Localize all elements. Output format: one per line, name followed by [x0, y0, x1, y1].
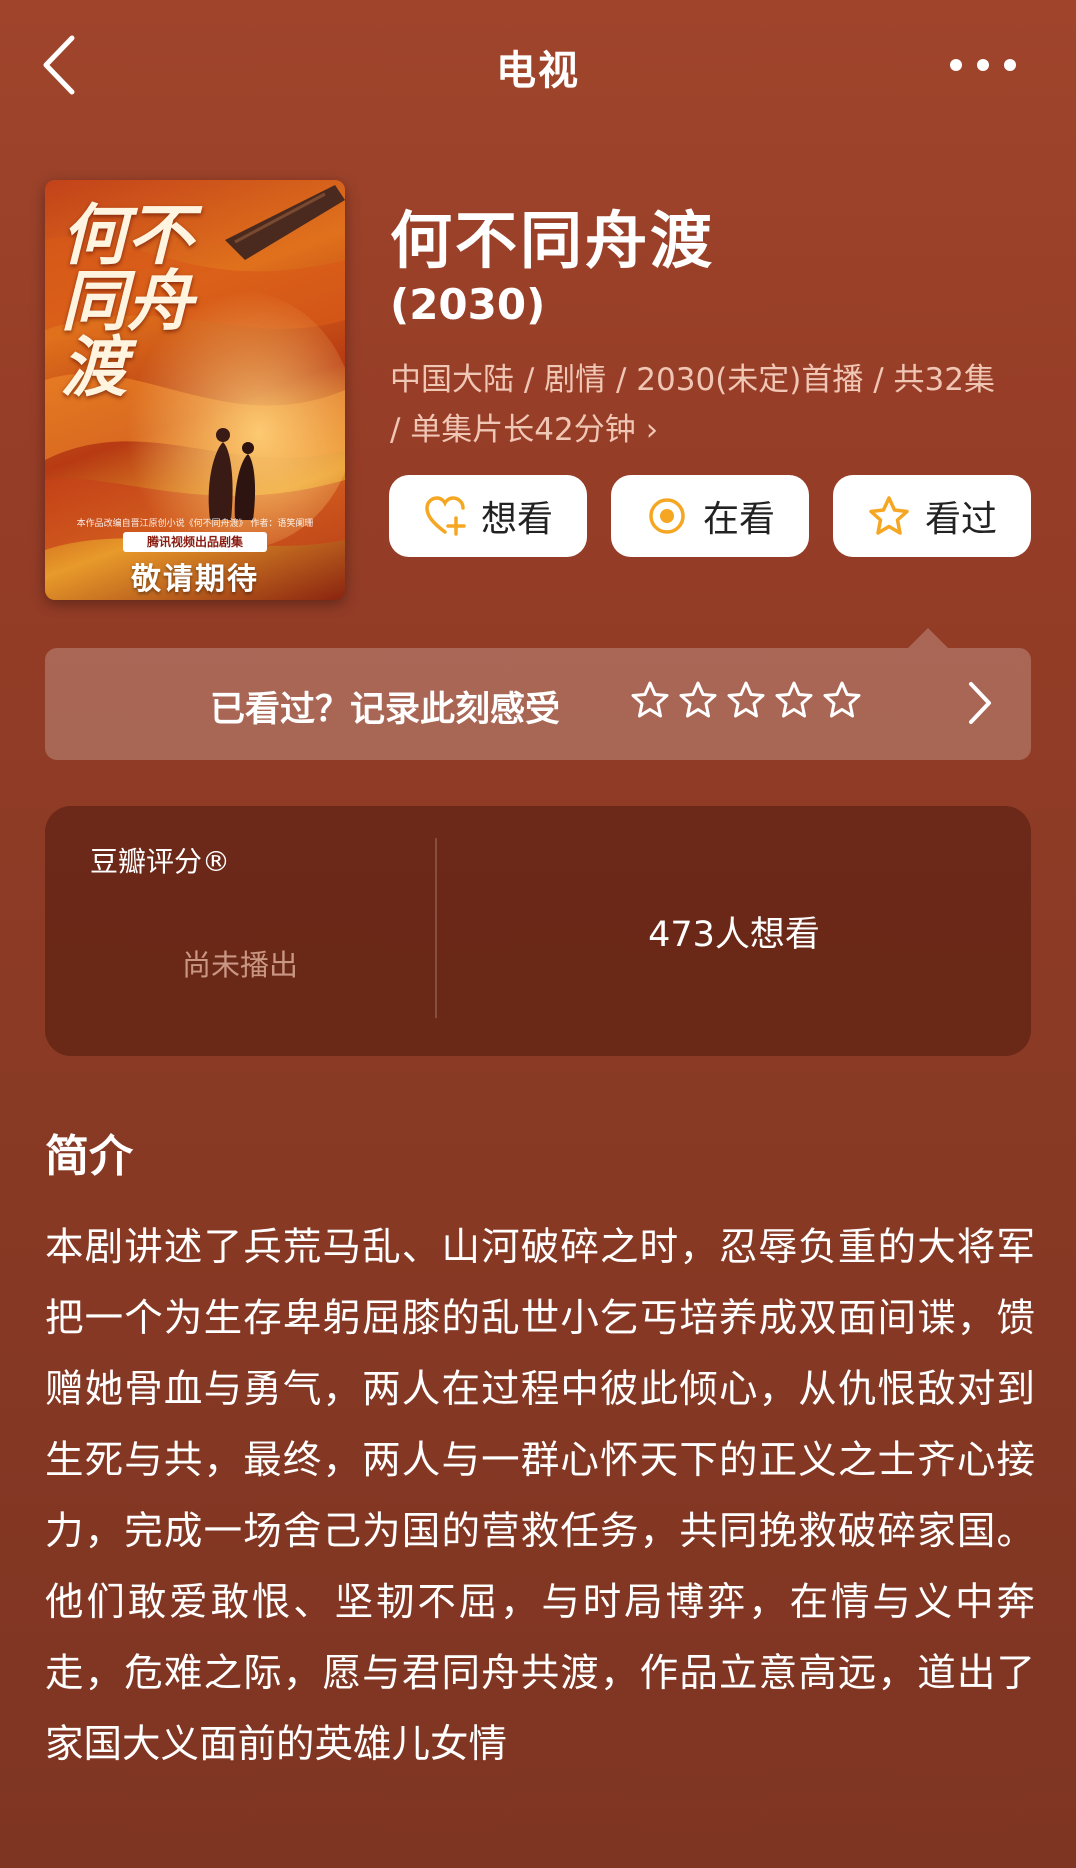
want-to-watch-label: 想看	[480, 499, 553, 540]
show-meta[interactable]: 中国大陆 / 剧情 / 2030(未定)首播 / 共32集 / 单集片长42分钟…	[390, 355, 1000, 455]
rate-prompt-text: 已看过？记录此刻感受	[210, 690, 561, 730]
star-rating[interactable]	[630, 680, 862, 720]
wish-count: 473人想看	[648, 915, 820, 955]
watched-button[interactable]: 看过	[833, 475, 1031, 557]
more-button[interactable]	[948, 50, 1018, 80]
poster-tag: 腾讯视频出品剧集	[123, 532, 267, 552]
show-year: (2030)	[390, 280, 546, 329]
rate-caret	[908, 628, 948, 648]
show-title: 何不同舟渡	[390, 204, 716, 277]
star-outline-icon[interactable]	[678, 680, 718, 720]
watching-button[interactable]: 在看	[611, 475, 809, 557]
watching-label: 在看	[702, 499, 775, 540]
chevron-right-icon: ›	[645, 412, 659, 448]
score-label: 豆瓣评分®	[90, 845, 231, 878]
chevron-right-icon	[969, 682, 991, 724]
synopsis-text: 本剧讲述了兵荒马乱、山河破碎之时，忍辱负重的大将军把一个为生存卑躬屈膝的乱世小乞…	[45, 1225, 1035, 1767]
star-outline-icon[interactable]	[822, 680, 862, 720]
poster-expect-text: 敬请期待	[131, 562, 259, 597]
score-status: 尚未播出	[181, 948, 298, 982]
score-card: 豆瓣评分® 尚未播出 473人想看	[45, 806, 1031, 1056]
poster-image[interactable]: 何不同舟渡 本作品改编自晋江原创小说《何不同舟渡》 作者：语笑阑珊 腾讯视频出品…	[45, 180, 345, 600]
more-dots-icon	[950, 59, 1016, 71]
page-title: 电视	[496, 48, 580, 94]
poster-credit: 本作品改编自晋江原创小说《何不同舟渡》 作者：语笑阑珊	[76, 519, 314, 529]
nav-bar: 电视	[0, 0, 1076, 130]
star-outline-icon[interactable]	[774, 680, 814, 720]
star-outline-icon[interactable]	[726, 680, 766, 720]
want-to-watch-button[interactable]: 想看	[389, 475, 587, 557]
heart-plus-icon	[425, 496, 466, 536]
watched-label: 看过	[924, 499, 997, 540]
rate-prompt[interactable]: 已看过？记录此刻感受	[45, 648, 1031, 760]
synopsis-heading: 简介	[45, 1131, 133, 1182]
star-outline-icon[interactable]	[630, 680, 670, 720]
poster-calligraphy: 何不同舟渡	[61, 196, 193, 406]
target-icon	[649, 498, 685, 534]
star-icon	[869, 496, 909, 535]
show-meta-text: 中国大陆 / 剧情 / 2030(未定)首播 / 共32集 / 单集片长42分钟	[390, 362, 995, 448]
